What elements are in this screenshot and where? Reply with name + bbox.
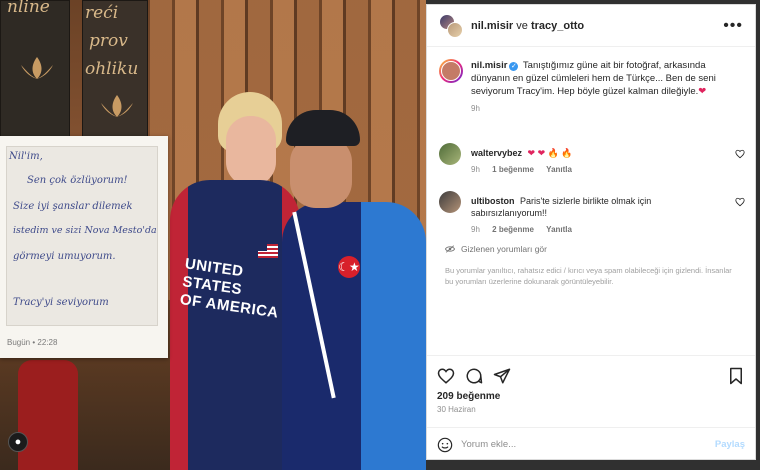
tagged-user-icon[interactable]: ● [8, 432, 28, 452]
show-hidden-comments[interactable]: Gizlenen yorumları gör [427, 239, 755, 257]
eye-off-icon [445, 245, 455, 253]
note-photo: Nil'im, Sen çok özlüyorum! Size iyi şans… [6, 146, 158, 326]
banner-right-text-3: ohliku [85, 59, 139, 79]
note-timestamp: Bugün • 22:28 [7, 338, 58, 347]
reply-button[interactable]: Yanıtla [546, 225, 572, 234]
instagram-post-view: nline reći prov ohliku UNITED STATES OF … [0, 0, 760, 470]
comment-text: ultiboston Paris'te sizlerle birlikte ol… [471, 191, 725, 219]
avatar[interactable] [439, 143, 461, 165]
comment-text: waltervybez ❤ ❤ 🔥 🔥 [471, 143, 725, 159]
banner-left: nline [0, 0, 70, 138]
usa-jersey [170, 180, 300, 470]
caption-text: nil.misir ✓ Tanıştığımız güne ait bir fot… [471, 59, 741, 98]
handwritten-note-card: Nil'im, Sen çok özlüyorum! Size iyi şans… [0, 136, 168, 358]
comment-body: ❤ ❤ 🔥 🔥 [527, 148, 573, 158]
note-line: görmeyi umuyorum. [13, 251, 116, 262]
comment-bubble-icon[interactable] [465, 367, 483, 385]
lotus-icon [101, 95, 133, 117]
post-caption: nil.misir ✓ Tanıştığımız güne ait bir fot… [427, 47, 755, 143]
comment-item: waltervybez ❤ ❤ 🔥 🔥 9h 1 beğenme Yanıtla [427, 143, 755, 191]
banner-right-text-2: prov [89, 31, 128, 51]
post-actions [427, 355, 755, 395]
bookmark-icon[interactable] [727, 367, 745, 385]
joiner-text: ve [516, 19, 528, 32]
us-flag-icon [258, 244, 278, 258]
share-send-icon[interactable] [493, 367, 511, 385]
comment-time: 9h [471, 165, 480, 174]
person-turkey-jacket: ☾★ [282, 110, 426, 470]
person-usa-jersey: UNITED STATES OF AMERICA [170, 92, 300, 470]
caption-username[interactable]: nil.misir [471, 60, 507, 71]
caption-body: Tanıştığımız güne ait bir fotoğraf, arka… [471, 60, 716, 97]
note-line: istedim ve sizi Nova Mesto'da [13, 225, 157, 236]
cap [286, 110, 360, 146]
caption-avatar[interactable] [439, 59, 463, 83]
comment-input[interactable] [461, 439, 715, 450]
like-heart-icon[interactable] [437, 367, 455, 385]
verified-badge-icon: ✓ [509, 62, 519, 71]
post-comment-button[interactable]: Paylaş [715, 439, 745, 450]
avatar[interactable] [439, 191, 461, 213]
note-line: Size iyi şanslar dilemek [13, 201, 133, 212]
comment-username[interactable]: waltervybez [471, 148, 522, 158]
post-date: 30 Haziran [437, 405, 476, 414]
comment-time: 9h [471, 225, 480, 234]
collab-names: nil.misir ve tracy_otto [471, 20, 584, 32]
post-photo[interactable]: nline reći prov ohliku UNITED STATES OF … [0, 0, 426, 470]
banner-right-text-1: reći [85, 3, 119, 23]
face [290, 136, 352, 208]
emoji-icon[interactable] [437, 437, 453, 453]
collab-avatars[interactable] [439, 13, 463, 38]
comment-item: ultiboston Paris'te sizlerle birlikte ol… [427, 191, 755, 239]
comment-meta: 9h 2 beğenme Yanıtla [471, 225, 725, 234]
turkey-jacket [282, 202, 426, 470]
note-line: Sen çok özlüyorum! [27, 175, 128, 186]
lotus-icon [21, 57, 53, 79]
likes-count[interactable]: 209 beğenme [437, 391, 500, 402]
background-figure [18, 360, 78, 470]
show-hidden-label[interactable]: Gizlenen yorumları gör [461, 244, 547, 254]
avatar [441, 61, 461, 81]
turkey-flag-icon: ☾★ [338, 256, 360, 278]
avatar[interactable] [447, 21, 463, 38]
reply-button[interactable]: Yanıtla [546, 165, 572, 174]
comment-likes[interactable]: 2 beğenme [492, 225, 534, 234]
caption-time: 9h [471, 104, 480, 113]
coauthor-username[interactable]: tracy_otto [531, 20, 584, 32]
comment-meta: 9h 1 beğenme Yanıtla [471, 165, 725, 174]
post-header: nil.misir ve tracy_otto ••• [427, 5, 755, 47]
banner-left-text-1: nline [7, 0, 50, 17]
note-line: Tracy'yi seviyorum [13, 297, 109, 308]
note-line: Nil'im, [9, 151, 43, 162]
author-username[interactable]: nil.misir [471, 20, 513, 32]
banner-right: reći prov ohliku [82, 0, 148, 138]
heart-outline-icon[interactable] [735, 197, 745, 207]
comment-likes[interactable]: 1 beğenme [492, 165, 534, 174]
heart-outline-icon[interactable] [735, 149, 745, 159]
heart-emoji: ❤ [698, 86, 707, 97]
add-comment-bar: Paylaş [427, 427, 755, 461]
comment-username[interactable]: ultiboston [471, 196, 515, 206]
hidden-comments-note: Bu yorumlar yanıltıcı, rahatsız edici / … [445, 266, 732, 286]
face [226, 116, 276, 186]
post-detail-panel: nil.misir ve tracy_otto ••• nil.misir ✓ T… [426, 4, 756, 460]
more-horizontal-icon[interactable]: ••• [723, 17, 743, 35]
